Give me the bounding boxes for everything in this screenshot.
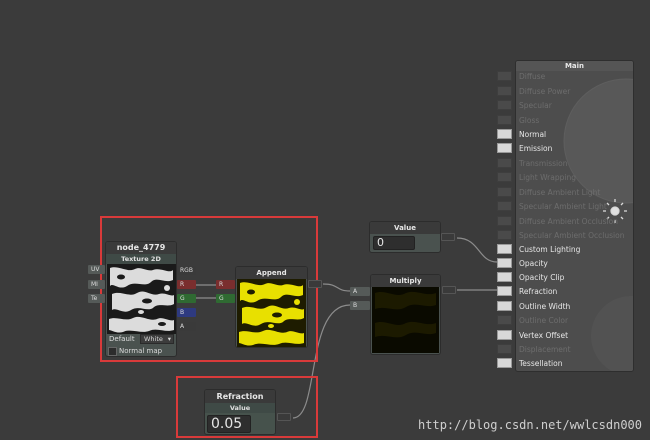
main-input-specular-ambient-occlusion[interactable]: Specular Ambient Occlusion	[519, 230, 624, 242]
main-slot-displacement[interactable]	[497, 344, 512, 354]
wire-append-to-multiply	[322, 283, 351, 292]
texture-output-a[interactable]: A	[177, 322, 196, 331]
main-slot-specular-ambient-occlusion[interactable]	[497, 230, 512, 240]
texture-input-uv[interactable]: UV	[88, 265, 105, 274]
main-slot-transmission[interactable]	[497, 158, 512, 168]
multiply-output-socket[interactable]	[442, 286, 456, 294]
texture-node-name: node_4779	[106, 242, 176, 254]
multiply-input-a[interactable]: A	[350, 287, 370, 296]
main-input-vertex-offset[interactable]: Vertex Offset	[519, 330, 568, 342]
main-slot-tessellation[interactable]	[497, 358, 512, 368]
wire-value-to-opacity	[456, 237, 498, 263]
normal-map-label: Normal map	[119, 347, 163, 355]
main-input-outline-color[interactable]: Outline Color	[519, 315, 568, 327]
texture-default-label: Default	[109, 335, 135, 343]
main-input-refraction[interactable]: Refraction	[519, 286, 557, 298]
main-slot-custom-lighting[interactable]	[497, 244, 512, 254]
main-slot-diffuse-ambient-light[interactable]	[497, 187, 512, 197]
normal-map-checkbox[interactable]	[108, 346, 117, 356]
main-input-transmission[interactable]: Transmission	[519, 158, 567, 170]
main-input-specular[interactable]: Specular	[519, 100, 552, 112]
main-input-diffuse[interactable]: Diffuse	[519, 71, 545, 83]
main-input-tessellation[interactable]: Tessellation	[519, 358, 562, 370]
main-slot-emission[interactable]	[497, 143, 512, 153]
main-input-opacity-clip[interactable]: Opacity Clip	[519, 272, 564, 284]
main-slot-outline-width[interactable]	[497, 301, 512, 311]
main-slot-normal[interactable]	[497, 129, 512, 139]
texture-default-value: White	[144, 335, 163, 343]
main-input-diffuse-power[interactable]: Diffuse Power	[519, 86, 570, 98]
value-node-title: Value	[370, 222, 440, 234]
main-input-diffuse-ambient-occlusion[interactable]: Diffuse Ambient Occlusion	[519, 216, 618, 228]
main-input-light-wrapping[interactable]: Light Wrapping	[519, 172, 576, 184]
texture-2d-node[interactable]: node_4779 Texture 2D Default White ▾ Nor…	[105, 241, 177, 357]
texture-output-rgb[interactable]: RGB	[177, 266, 196, 275]
refraction-node-subtitle: Value	[205, 403, 275, 413]
main-input-diffuse-ambient-light[interactable]: Diffuse Ambient Light	[519, 187, 600, 199]
main-slot-gloss[interactable]	[497, 115, 512, 125]
value-output-socket[interactable]	[441, 233, 455, 241]
main-input-displacement[interactable]: Displacement	[519, 344, 571, 356]
texture-output-b[interactable]: B	[177, 308, 196, 317]
texture-output-r[interactable]: R	[177, 280, 196, 289]
main-input-outline-width[interactable]: Outline Width	[519, 301, 570, 313]
refraction-value-input[interactable]: 0.05	[207, 415, 251, 433]
multiply-input-b[interactable]: B	[350, 301, 370, 310]
value-input[interactable]: 0	[373, 236, 415, 250]
append-input-g[interactable]: G	[216, 294, 235, 303]
yellow-noise-preview	[237, 279, 306, 347]
multiply-preview	[372, 287, 439, 353]
watermark-url: http://blog.csdn.net/wwlcsdn000	[418, 418, 642, 432]
main-slot-refraction[interactable]	[497, 286, 512, 296]
multiply-node[interactable]: Multiply	[370, 274, 441, 355]
main-slot-specular[interactable]	[497, 100, 512, 110]
main-slot-outline-color[interactable]	[497, 315, 512, 325]
multiply-node-title: Multiply	[371, 275, 440, 287]
main-slot-opacity[interactable]	[497, 258, 512, 268]
main-input-custom-lighting[interactable]: Custom Lighting	[519, 244, 580, 256]
append-node-title: Append	[236, 267, 307, 279]
normal-map-toggle[interactable]: Normal map	[108, 346, 162, 356]
main-slot-diffuse[interactable]	[497, 71, 512, 81]
main-input-emission[interactable]: Emission	[519, 143, 552, 155]
texture-input-tex[interactable]: Te	[88, 294, 105, 303]
main-output-node[interactable]: Main Diffuse Diffuse Power Specular Glos…	[515, 60, 634, 372]
value-node[interactable]: Value 0	[369, 221, 441, 253]
main-node-title: Main	[516, 61, 633, 71]
main-input-gloss[interactable]: Gloss	[519, 115, 539, 127]
refraction-node[interactable]: Refraction Value 0.05	[204, 389, 276, 435]
append-node[interactable]: Append	[235, 266, 308, 348]
append-input-r[interactable]: R	[216, 280, 235, 289]
chevron-down-icon: ▾	[167, 335, 171, 343]
refraction-output-socket[interactable]	[277, 413, 291, 421]
main-slot-diffuse-ambient-occlusion[interactable]	[497, 216, 512, 226]
append-output-socket[interactable]	[308, 280, 322, 288]
main-input-specular-ambient-light[interactable]: Specular Ambient Light	[519, 201, 607, 213]
refraction-node-title: Refraction	[205, 390, 275, 403]
texture-default-select[interactable]: White ▾	[140, 334, 174, 344]
main-input-opacity[interactable]: Opacity	[519, 258, 548, 270]
main-slot-opacity-clip[interactable]	[497, 272, 512, 282]
main-slot-vertex-offset[interactable]	[497, 330, 512, 340]
texture-input-mip[interactable]: MI	[88, 280, 105, 289]
texture-node-type: Texture 2D	[106, 254, 176, 264]
noise-texture-preview	[107, 264, 176, 334]
main-slot-specular-ambient-light[interactable]	[497, 201, 512, 211]
main-input-normal[interactable]: Normal	[519, 129, 546, 141]
main-slot-diffuse-power[interactable]	[497, 86, 512, 96]
main-slot-light-wrapping[interactable]	[497, 172, 512, 182]
texture-output-g[interactable]: G	[177, 294, 196, 303]
